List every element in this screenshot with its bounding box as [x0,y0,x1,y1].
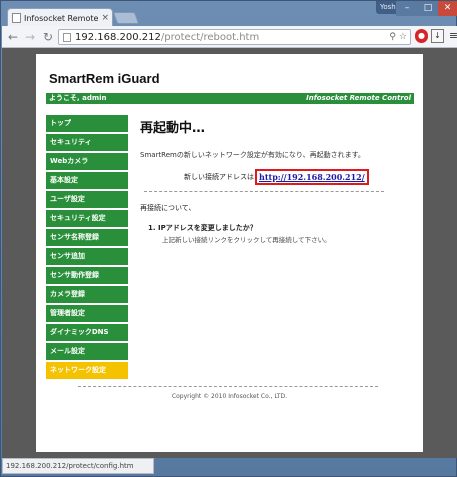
tab-close-icon[interactable]: × [101,13,109,23]
sidebar-item-admin[interactable]: 管理者設定 [46,305,128,322]
reboot-message: SmartRemの新しいネットワーク設定が有効になり、再起動されます。 [140,151,365,159]
main-content: 再起動中… SmartRemの新しいネットワーク設定が有効になり、再起動されます… [140,115,410,244]
status-url-bubble: 192.168.200.212/protect/config.htm [2,458,154,474]
reconnect-question: 1. IPアドレスを変更しましたか？ [148,224,257,232]
download-icon[interactable]: ↓ [431,29,444,43]
site-title: SmartRem iGuard [49,71,160,86]
extension-icon[interactable]: ● [415,29,428,43]
tab-strip: Infosocket Remote Con × Yoshihide – □ ✕ [1,1,457,27]
tab-title: Infosocket Remote Con [24,13,99,23]
sidebar-item-network[interactable]: ネットワーク設定 [46,362,128,379]
reconnect-heading: 再接続について、 [140,204,196,212]
back-icon[interactable]: ← [6,30,20,44]
divider [144,191,384,192]
sidebar-item-security-settings[interactable]: セキュリティ設定 [46,210,128,227]
web-page: SmartRem iGuard ようこそ, admin Infosocket R… [36,54,423,452]
reconnect-instructions: 上記新しい接続リンクをクリックして再接続して下さい。 [162,236,331,244]
sidebar-item-security[interactable]: セキュリティ [46,134,128,151]
new-address-link[interactable]: http://192.168.200.212/ [255,169,369,185]
url-host: 192.168.200.212 [75,31,161,43]
header-bar: ようこそ, admin Infosocket Remote Control [46,93,414,104]
forward-icon[interactable]: → [23,30,37,44]
brand-text: Infosocket Remote Control [306,94,411,102]
sidebar-item-camera[interactable]: カメラ登録 [46,286,128,303]
sidebar-item-sensor-actions[interactable]: センサ動作登録 [46,267,128,284]
sidebar-item-mail[interactable]: メール設定 [46,343,128,360]
page-icon [63,32,71,42]
sidebar-item-top[interactable]: トップ [46,115,128,132]
browser-toolbar: ← → ↻ 192.168.200.212 /protect/reboot.ht… [2,26,457,48]
minimize-button[interactable]: – [396,1,418,16]
sidebar-item-user-settings[interactable]: ユーザ設定 [46,191,128,208]
footer-divider [78,386,378,387]
reload-icon[interactable]: ↻ [41,30,55,44]
browser-tab[interactable]: Infosocket Remote Con × [7,8,113,27]
welcome-text: ようこそ, admin [49,94,107,102]
search-icon[interactable]: ⚲ [389,32,396,42]
sidebar-item-sensor-names[interactable]: センサ名称登録 [46,229,128,246]
page-heading: 再起動中… [140,121,206,136]
address-bar[interactable]: 192.168.200.212 /protect/reboot.htm ⚲ ☆ [58,29,411,45]
copyright: Copyright © 2010 Infosocket Co., LTD. [171,393,288,400]
sidebar-item-add-sensor[interactable]: センサ追加 [46,248,128,265]
url-path: /protect/reboot.htm [160,31,260,43]
new-address-row: 新しい接続アドレスは http://192.168.200.212/ [140,169,410,185]
new-address-label: 新しい接続アドレスは [184,173,254,181]
sidebar-item-webcam[interactable]: Webカメラ [46,153,128,170]
maximize-button[interactable]: □ [417,1,439,16]
new-tab-button[interactable] [112,12,140,24]
close-window-button[interactable]: ✕ [438,1,457,16]
sidebar-nav: トップ セキュリティ Webカメラ 基本設定 ユーザ設定 セキュリティ設定 セン… [46,115,128,381]
page-viewport: SmartRem iGuard ようこそ, admin Infosocket R… [2,48,457,458]
sidebar-item-ddns[interactable]: ダイナミックDNS [46,324,128,341]
browser-window: Infosocket Remote Con × Yoshihide – □ ✕ … [0,0,457,477]
sidebar-item-basic-settings[interactable]: 基本設定 [46,172,128,189]
bookmark-star-icon[interactable]: ☆ [399,32,407,42]
menu-icon[interactable]: ≡ [447,29,457,43]
page-favicon-icon [12,13,21,23]
